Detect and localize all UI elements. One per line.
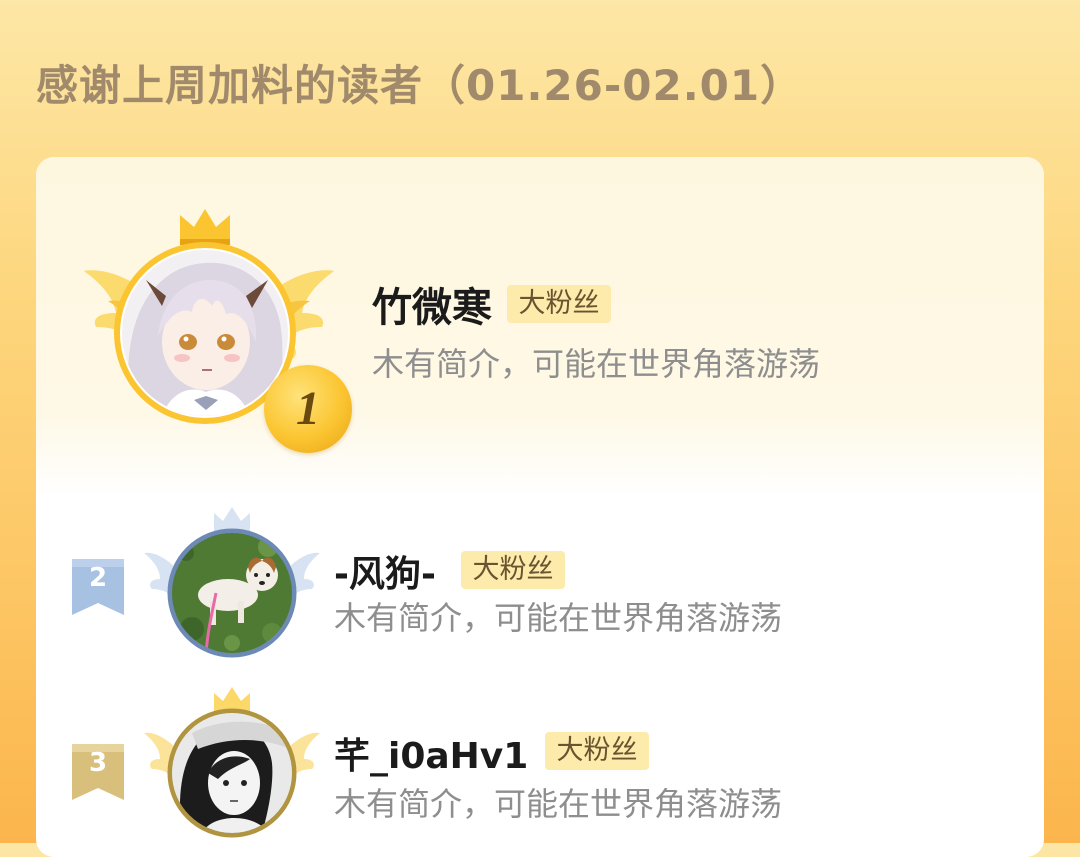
- avatar-frame-silver: [144, 507, 320, 667]
- avatar-frame-bronze: [144, 687, 320, 847]
- rank-number: 2: [88, 563, 108, 593]
- avatar-frame-gold: 1: [84, 209, 352, 453]
- rank-number: 3: [88, 748, 108, 778]
- reader-ranking-card: 1 竹微寒 大粉丝 木有简介，可能在世界角落游荡 2 -风狗- 大粉丝 木有简介…: [36, 157, 1044, 857]
- reader-intro: 木有简介，可能在世界角落游荡: [372, 345, 821, 383]
- rank-2-ribbon: 2: [72, 559, 124, 615]
- fan-level-badge: 大粉丝: [461, 551, 565, 589]
- reader-intro: 木有简介，可能在世界角落游荡: [334, 599, 783, 637]
- reader-name[interactable]: 芊_i0aHv1: [334, 727, 528, 779]
- reader-avatar[interactable]: [172, 533, 292, 653]
- rank-3-ribbon: 3: [72, 744, 124, 800]
- reader-name[interactable]: 竹微寒: [372, 275, 492, 333]
- rank-1-medal: 1: [264, 365, 352, 453]
- reader-avatar[interactable]: [122, 250, 288, 416]
- fan-level-badge: 大粉丝: [545, 732, 649, 770]
- dog-on-grass-avatar-icon: [172, 533, 292, 653]
- reader-intro: 木有简介，可能在世界角落游荡: [334, 785, 783, 823]
- fan-level-badge: 大粉丝: [507, 285, 611, 323]
- reader-avatar[interactable]: [172, 713, 292, 833]
- anime-girl-avatar-icon: [122, 250, 288, 416]
- reader-name[interactable]: -风狗-: [334, 545, 436, 597]
- page-title: 感谢上周加料的读者（01.26-02.01）: [36, 61, 804, 110]
- monochrome-portrait-avatar-icon: [172, 713, 292, 833]
